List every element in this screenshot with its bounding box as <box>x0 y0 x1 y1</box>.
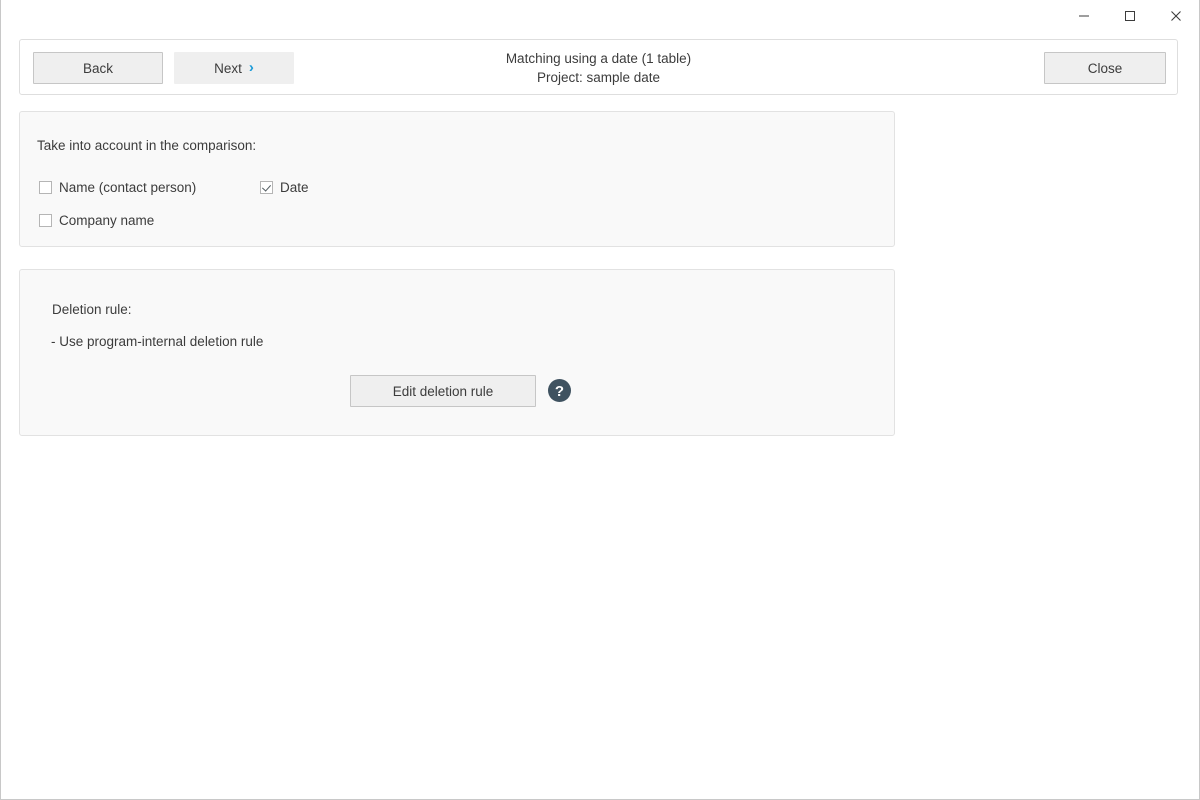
next-button[interactable]: Next › <box>174 52 294 84</box>
svg-text:?: ? <box>555 383 564 400</box>
checkbox-row-name[interactable]: Name (contact person) <box>39 180 196 195</box>
deletion-rule-value: - Use program-internal deletion rule <box>51 334 263 349</box>
checkbox-label-date: Date <box>280 180 309 195</box>
back-button-label: Back <box>83 61 113 76</box>
edit-deletion-rule-label: Edit deletion rule <box>393 384 494 399</box>
deletion-rule-heading: Deletion rule: <box>52 302 132 317</box>
comparison-heading: Take into account in the comparison: <box>37 138 256 153</box>
minimize-button[interactable] <box>1061 0 1107 32</box>
edit-deletion-rule-button[interactable]: Edit deletion rule <box>350 375 536 407</box>
close-button[interactable] <box>1153 0 1199 32</box>
checkbox-company-name[interactable] <box>39 214 52 227</box>
maximize-button[interactable] <box>1107 0 1153 32</box>
checkbox-row-date[interactable]: Date <box>260 180 309 195</box>
minimize-icon <box>1078 10 1090 22</box>
checkbox-row-company[interactable]: Company name <box>39 213 154 228</box>
dialog-window: Matching using a date (1 table) Project:… <box>0 0 1200 800</box>
deletion-rule-panel: Deletion rule: - Use program-internal de… <box>19 269 895 436</box>
close-dialog-button[interactable]: Close <box>1044 52 1166 84</box>
wizard-toolbar: Matching using a date (1 table) Project:… <box>19 39 1178 95</box>
help-icon[interactable]: ? <box>548 379 571 402</box>
title-bar <box>1 0 1199 32</box>
back-button[interactable]: Back <box>33 52 163 84</box>
chevron-right-icon: › <box>249 60 254 75</box>
checkbox-name-contact-person[interactable] <box>39 181 52 194</box>
close-dialog-label: Close <box>1088 61 1123 76</box>
maximize-icon <box>1124 10 1136 22</box>
comparison-panel: Take into account in the comparison: Nam… <box>19 111 895 247</box>
next-button-label: Next <box>214 61 242 76</box>
checkbox-label-name: Name (contact person) <box>59 180 196 195</box>
checkbox-date[interactable] <box>260 181 273 194</box>
close-icon <box>1170 10 1182 22</box>
checkbox-label-company: Company name <box>59 213 154 228</box>
